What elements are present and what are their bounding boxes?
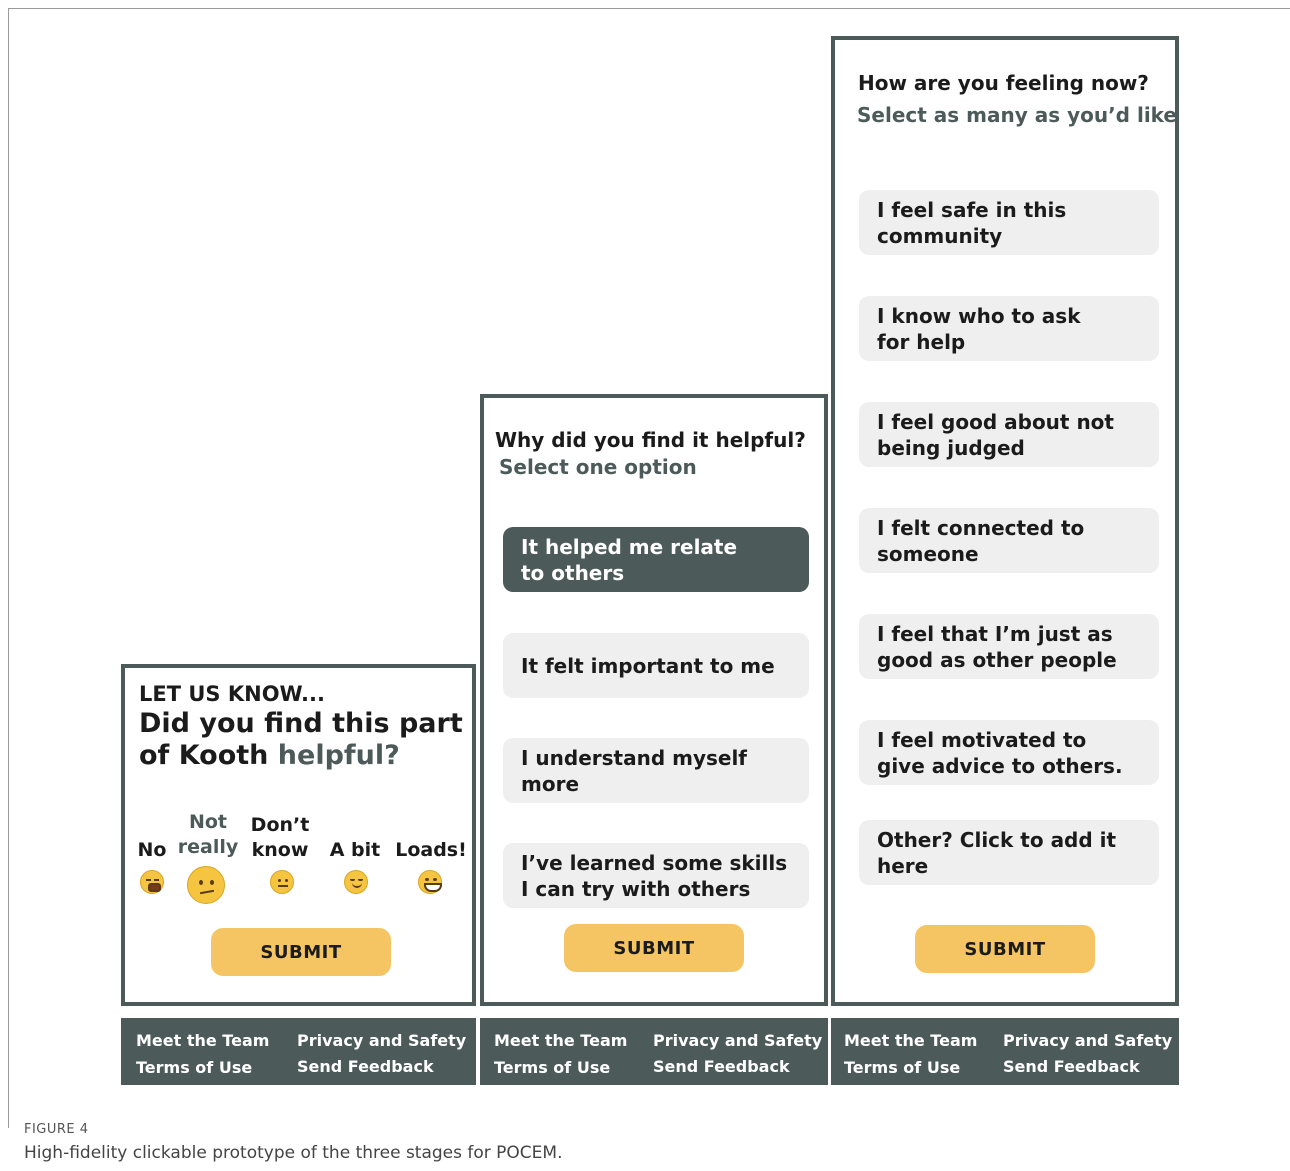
rating-not-really[interactable]: Not really <box>175 810 241 860</box>
option-label: It felt important to me <box>521 653 775 678</box>
let-us-know-kicker: LET US KNOW... <box>139 682 325 706</box>
meet-the-team-link[interactable]: Meet the Team <box>844 1031 977 1050</box>
footer-bar: Meet the Team Privacy and Safety Terms o… <box>480 1018 828 1085</box>
option-feel-safe[interactable]: I feel safe in this community <box>859 190 1159 255</box>
tired-face-icon[interactable] <box>140 870 164 894</box>
option-label: I feel safe in this community <box>877 197 1067 248</box>
option-label: Other? Click to add it here <box>877 827 1117 878</box>
feeling-now-title: How are you feeling now? <box>858 71 1149 95</box>
option-label: I feel motivated to give advice to other… <box>877 727 1123 778</box>
footer-bar: Meet the Team Privacy and Safety Terms o… <box>121 1018 476 1085</box>
send-feedback-link[interactable]: Send Feedback <box>1003 1057 1140 1076</box>
option-motivated-to-advise[interactable]: I feel motivated to give advice to other… <box>859 720 1159 785</box>
figure-label: FIGURE 4 <box>24 1122 89 1137</box>
neutral-face-icon[interactable] <box>270 870 294 894</box>
option-other-add[interactable]: Other? Click to add it here <box>859 820 1159 885</box>
select-many-subtitle: Select as many as you’d like <box>857 103 1177 127</box>
option-not-judged[interactable]: I feel good about not being judged <box>859 402 1159 467</box>
grinning-face-icon[interactable] <box>418 870 442 894</box>
option-understand-myself[interactable]: I understand myself more <box>503 738 809 803</box>
confused-face-icon[interactable] <box>187 866 225 904</box>
send-feedback-link[interactable]: Send Feedback <box>297 1057 434 1076</box>
privacy-safety-link[interactable]: Privacy and Safety <box>653 1031 822 1050</box>
terms-of-use-link[interactable]: Terms of Use <box>844 1058 960 1077</box>
option-label: I feel that I’m just as good as other pe… <box>877 621 1117 672</box>
terms-of-use-link[interactable]: Terms of Use <box>136 1058 252 1077</box>
submit-button[interactable]: SUBMIT <box>211 928 391 976</box>
select-one-subtitle: Select one option <box>499 455 697 479</box>
option-know-who-to-ask[interactable]: I know who to ask for help <box>859 296 1159 361</box>
option-label: I felt connected to someone <box>877 515 1085 566</box>
why-helpful-panel: Why did you find it helpful? Select one … <box>480 394 828 1006</box>
option-label: I understand myself more <box>521 745 748 796</box>
figure-caption: High-fidelity clickable prototype of the… <box>24 1143 563 1163</box>
option-felt-connected[interactable]: I felt connected to someone <box>859 508 1159 573</box>
rating-a-bit[interactable]: A bit <box>325 838 385 863</box>
option-label: I’ve learned some skills I can try with … <box>521 850 788 901</box>
submit-button[interactable]: SUBMIT <box>915 925 1095 973</box>
option-felt-important[interactable]: It felt important to me <box>503 633 809 698</box>
privacy-safety-link[interactable]: Privacy and Safety <box>1003 1031 1172 1050</box>
relieved-face-icon[interactable] <box>344 870 368 894</box>
privacy-safety-link[interactable]: Privacy and Safety <box>297 1031 466 1050</box>
footer-bar: Meet the Team Privacy and Safety Terms o… <box>831 1018 1179 1085</box>
option-learned-skills[interactable]: I’ve learned some skills I can try with … <box>503 843 809 908</box>
helpfulness-rating-panel: LET US KNOW... Did you find this part of… <box>121 664 476 1006</box>
rating-no[interactable]: No <box>137 838 167 863</box>
meet-the-team-link[interactable]: Meet the Team <box>494 1031 627 1050</box>
option-relate-to-others[interactable]: It helped me relate to others <box>503 527 809 592</box>
option-label: It helped me relate to others <box>521 534 738 585</box>
rating-dont-know[interactable]: Don’t know <box>247 813 313 863</box>
option-label: I feel good about not being judged <box>877 409 1114 460</box>
option-label: I know who to ask for help <box>877 303 1081 354</box>
send-feedback-link[interactable]: Send Feedback <box>653 1057 790 1076</box>
meet-the-team-link[interactable]: Meet the Team <box>136 1031 269 1050</box>
why-helpful-title: Why did you find it helpful? <box>495 428 806 452</box>
feeling-now-panel: How are you feeling now? Select as many … <box>831 36 1179 1006</box>
submit-button[interactable]: SUBMIT <box>564 924 744 972</box>
helpfulness-question: Did you find this part of Kooth helpful? <box>139 708 463 771</box>
rating-loads[interactable]: Loads! <box>393 838 469 863</box>
terms-of-use-link[interactable]: Terms of Use <box>494 1058 610 1077</box>
option-as-good-as-others[interactable]: I feel that I’m just as good as other pe… <box>859 614 1159 679</box>
